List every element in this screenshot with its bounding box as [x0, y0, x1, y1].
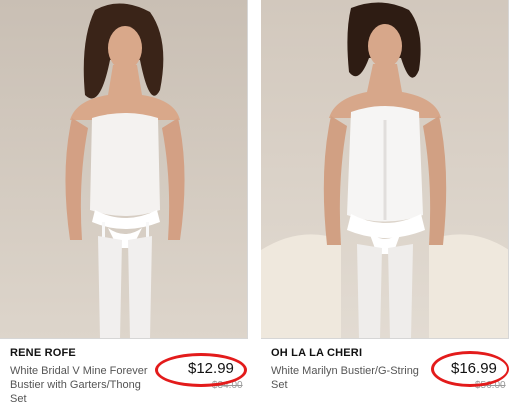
product-title[interactable]: White Bridal V Mine Forever Bustier with…: [10, 364, 160, 406]
product-original-price: $34.00: [212, 380, 243, 391]
product-original-price: $56.00: [475, 380, 506, 391]
product-image[interactable]: [261, 0, 509, 339]
product-image[interactable]: [0, 0, 248, 339]
product-title[interactable]: White Marilyn Bustier/G-String Set: [271, 364, 421, 392]
product-card-oh-la-la-cheri[interactable]: OH LA LA CHERI White Marilyn Bustier/G-S…: [261, 0, 509, 411]
product-price: $12.99: [188, 360, 234, 377]
product-brand[interactable]: OH LA LA CHERI: [271, 347, 362, 359]
product-card-rene-rofe[interactable]: RENE ROFE White Bridal V Mine Forever Bu…: [0, 0, 248, 411]
product-brand[interactable]: RENE ROFE: [10, 347, 76, 359]
product-price: $16.99: [451, 360, 497, 377]
